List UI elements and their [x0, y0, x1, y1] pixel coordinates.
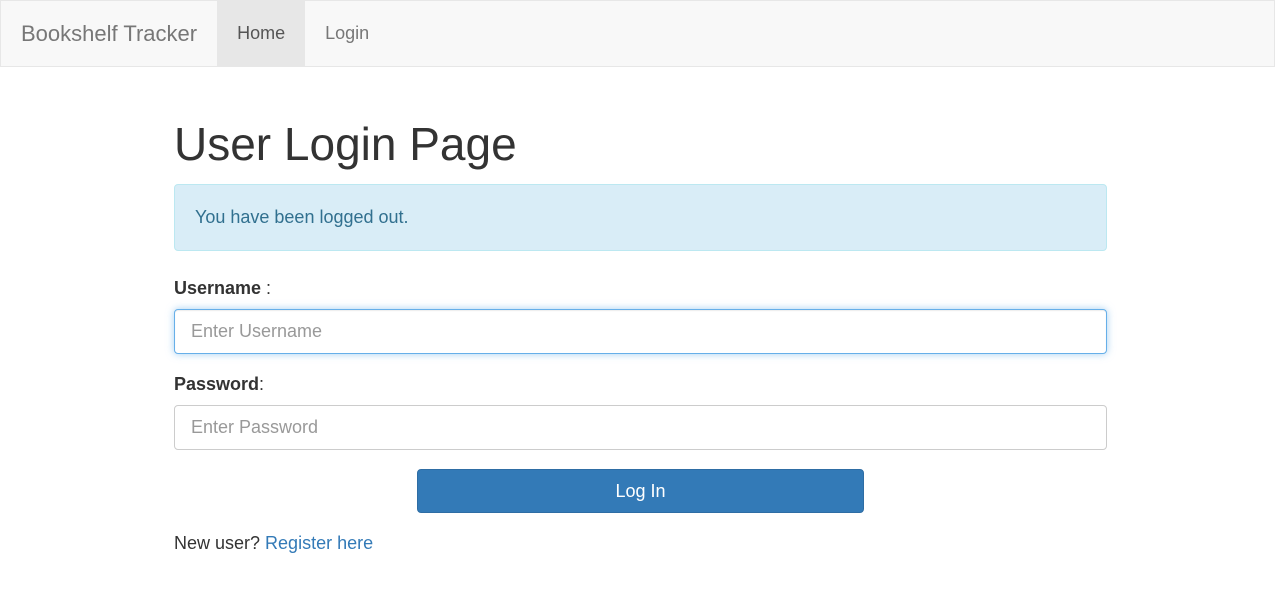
- username-label-suffix: :: [261, 278, 272, 298]
- register-prompt: New user? Register here: [174, 533, 373, 554]
- password-label: Password:: [174, 374, 264, 395]
- username-input[interactable]: [174, 309, 1107, 354]
- logout-alert: You have been logged out.: [174, 184, 1107, 251]
- nav-item-login[interactable]: Login: [305, 1, 389, 66]
- page-title: User Login Page: [174, 118, 517, 170]
- login-button[interactable]: Log In: [417, 469, 864, 513]
- password-label-text: Password: [174, 374, 260, 394]
- register-prompt-text: New user?: [174, 533, 266, 553]
- username-label-text: Username: [174, 278, 262, 298]
- username-label: Username :: [174, 278, 271, 299]
- brand-link[interactable]: Bookshelf Tracker: [1, 1, 217, 66]
- password-input[interactable]: [174, 405, 1107, 450]
- nav-item-home[interactable]: Home: [217, 1, 306, 66]
- top-navbar: Bookshelf Tracker Home Login: [0, 0, 1275, 67]
- register-link[interactable]: Register here: [265, 533, 373, 553]
- alert-message: You have been logged out.: [195, 207, 409, 227]
- password-label-suffix: :: [259, 374, 265, 394]
